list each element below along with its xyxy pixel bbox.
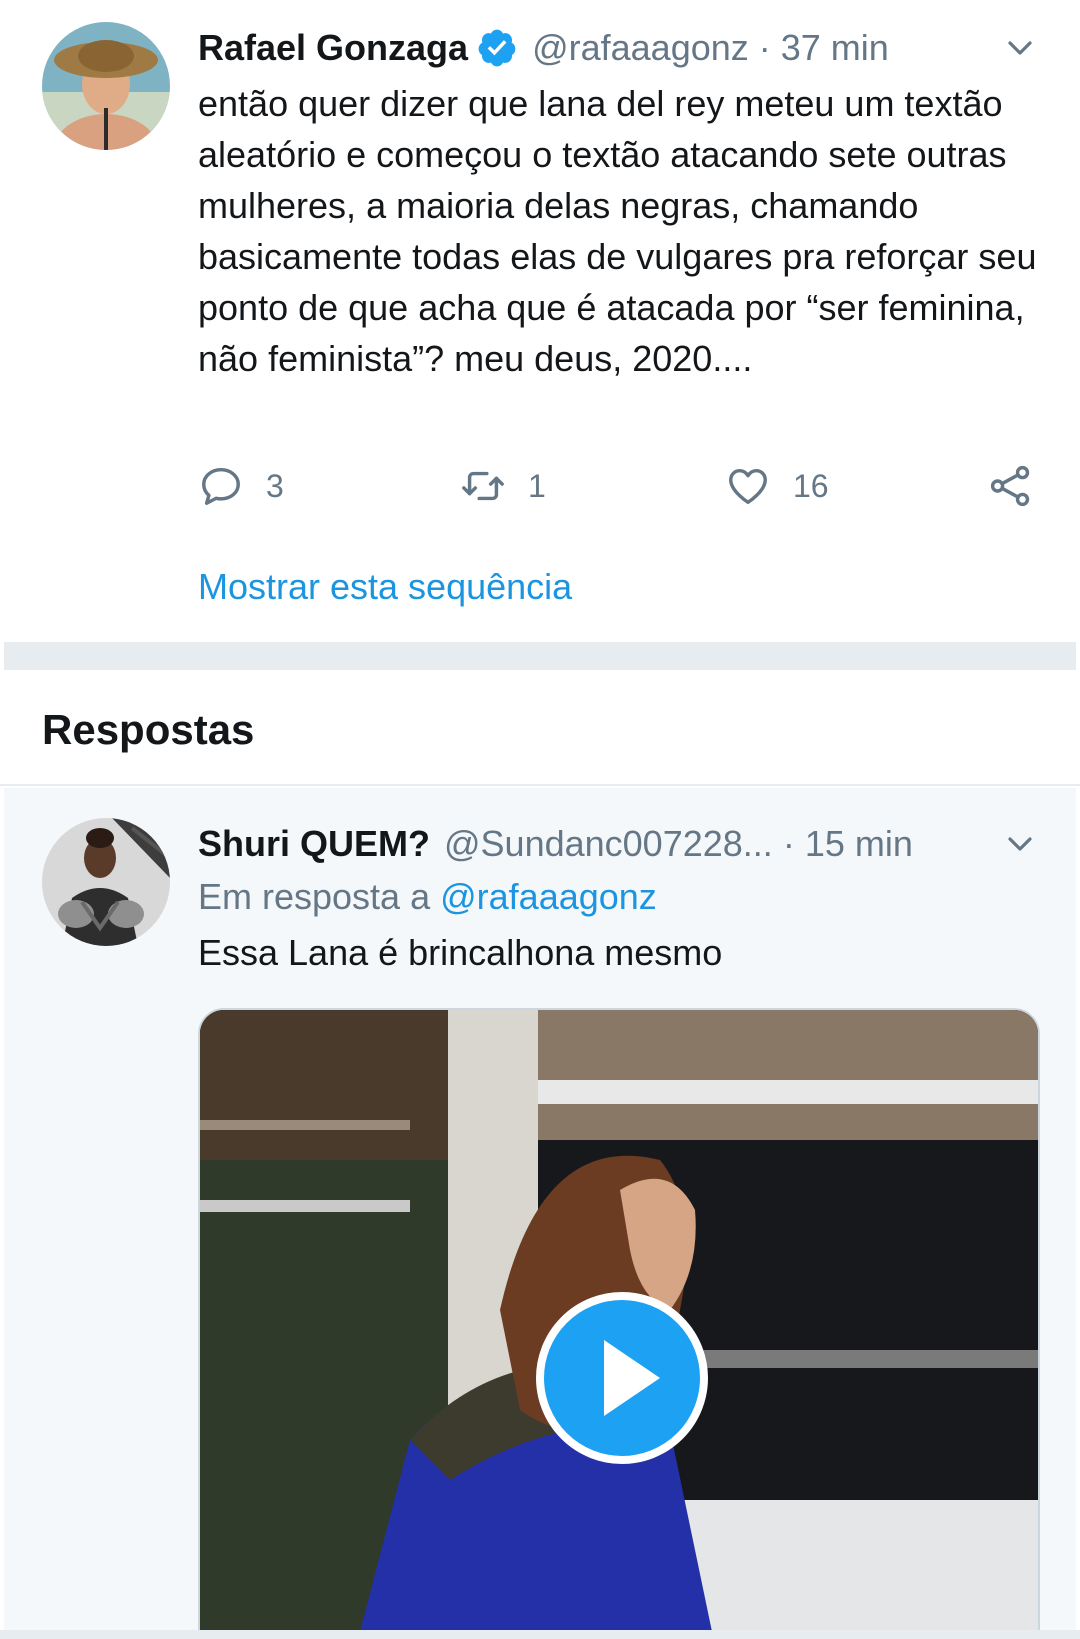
play-button[interactable] — [536, 1292, 708, 1464]
tweet-header: Rafael Gonzaga @rafaaagonz · 37 min — [198, 22, 889, 74]
avatar[interactable] — [42, 818, 170, 946]
display-name[interactable]: Rafael Gonzaga — [198, 27, 468, 69]
retweet-count: 1 — [528, 467, 546, 504]
chevron-down-icon[interactable] — [1000, 824, 1040, 864]
like-button[interactable]: 16 — [725, 460, 829, 512]
mention-link[interactable]: @rafaaagonz — [440, 876, 657, 917]
share-button[interactable] — [988, 460, 1034, 512]
user-handle[interactable]: @Sundanc007228... — [444, 823, 773, 865]
in-reply-prefix: Em resposta a — [198, 876, 431, 917]
tweet-actions: 3 1 16 — [198, 460, 1048, 512]
share-icon — [990, 465, 1030, 507]
reply-count: 3 — [266, 467, 284, 504]
reply-tweet[interactable]: Shuri QUEM? @Sundanc007228... · 15 min E… — [4, 788, 1076, 1639]
chevron-down-icon[interactable] — [1000, 28, 1040, 68]
like-count: 16 — [793, 467, 829, 504]
display-name[interactable]: Shuri QUEM? — [198, 823, 430, 865]
tweet-timestamp[interactable]: 15 min — [805, 823, 913, 865]
replies-title: Respostas — [42, 706, 255, 753]
separator-dot: · — [782, 823, 795, 864]
tweet-timestamp[interactable]: 37 min — [781, 27, 889, 69]
main-tweet[interactable]: Rafael Gonzaga @rafaaagonz · 37 min entã… — [0, 0, 1080, 642]
tweet-detail-screen: Rafael Gonzaga @rafaaagonz · 37 min entã… — [0, 0, 1080, 1639]
retweet-button[interactable]: 1 — [460, 460, 546, 512]
tweet-header: Shuri QUEM? @Sundanc007228... · 15 min — [198, 818, 913, 870]
show-thread-link[interactable]: Mostrar esta sequência — [198, 566, 572, 608]
verified-badge-icon — [476, 27, 518, 69]
reply-button[interactable]: 3 — [198, 460, 284, 512]
section-divider — [4, 642, 1076, 670]
reply-icon — [202, 467, 240, 505]
tweet-text: então quer dizer que lana del rey meteu … — [198, 83, 1037, 379]
heart-icon — [729, 468, 767, 505]
in-reply-to: Em resposta a @rafaaagonz — [198, 876, 657, 918]
bottom-edge — [0, 1630, 1080, 1639]
replies-header: Respostas — [0, 670, 1080, 786]
avatar[interactable] — [42, 22, 170, 150]
video-media[interactable] — [198, 1008, 1040, 1639]
separator-dot: · — [758, 27, 771, 68]
play-icon — [604, 1340, 660, 1416]
retweet-icon — [462, 471, 504, 501]
avatar-image — [42, 22, 170, 150]
user-handle[interactable]: @rafaaagonz — [532, 27, 749, 69]
avatar-image — [42, 818, 170, 946]
tweet-text: Essa Lana é brincalhona mesmo — [198, 932, 723, 973]
